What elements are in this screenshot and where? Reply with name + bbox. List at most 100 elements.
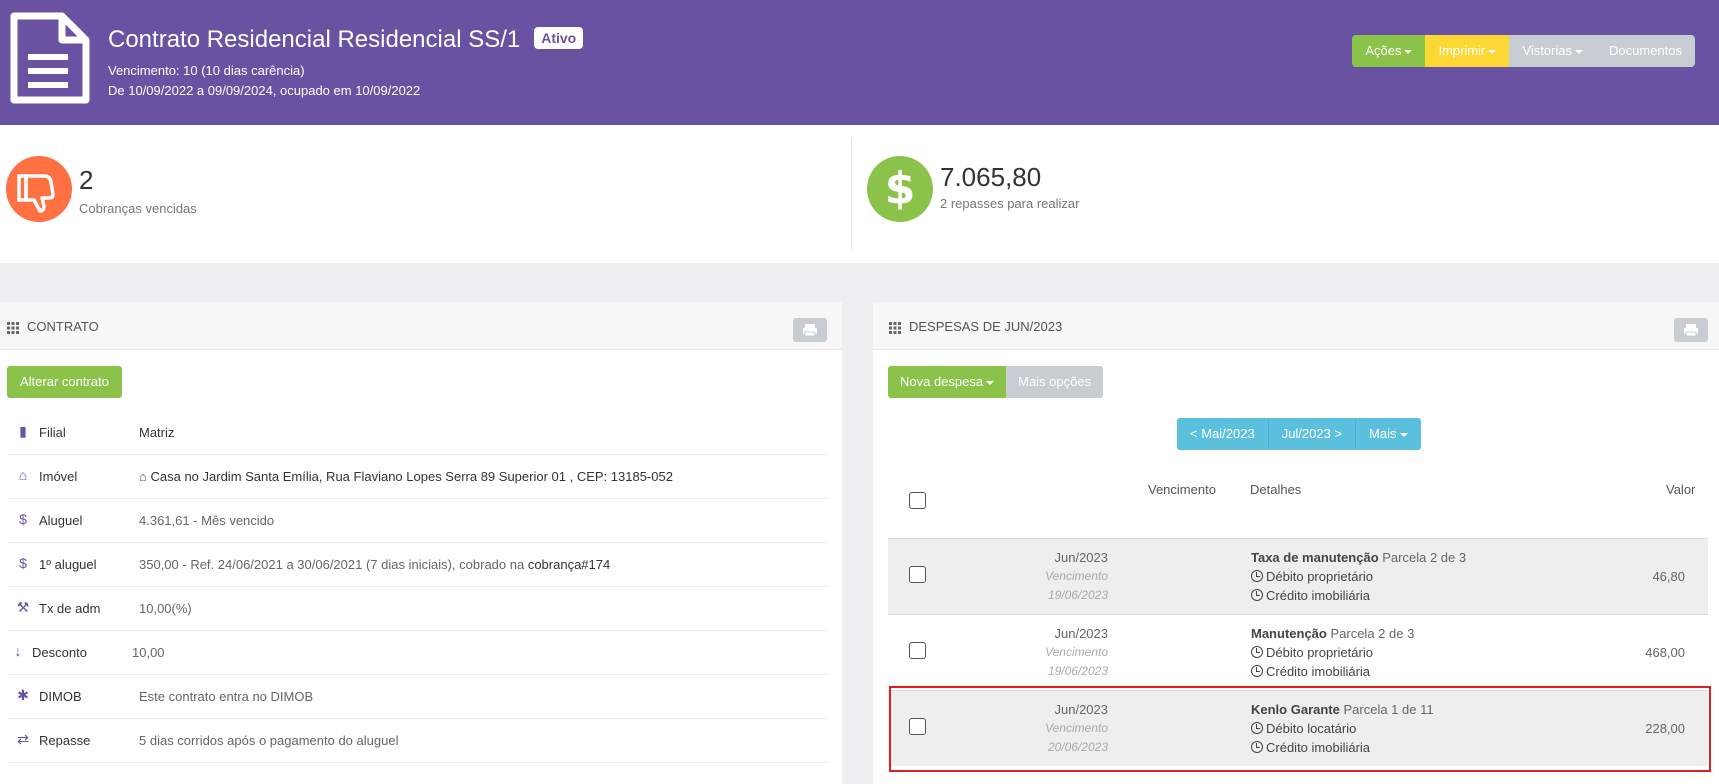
thumbs-down-icon xyxy=(6,156,72,222)
expense-title: Taxa de manutenção xyxy=(1251,550,1379,565)
row-label: Tx de adm xyxy=(39,601,101,616)
new-expense-label: Nova despesa xyxy=(900,374,984,389)
contract-panel-header: CONTRATO xyxy=(0,302,842,350)
table-row: Jun/2023 Vencimento 19/06/2023 Taxa de m… xyxy=(888,538,1708,614)
due-date: 19/06/2023 xyxy=(1047,588,1108,602)
document-icon xyxy=(10,12,90,104)
row-label: Imóvel xyxy=(39,469,78,484)
home-icon: ⌂ xyxy=(18,467,28,483)
row-value: 4.361,61 - Mês vencido xyxy=(139,513,275,528)
info-row-admin-fee: ⚒ Tx de adm 10,00(%) xyxy=(7,587,827,631)
contract-header: Contrato Residencial Residencial SS/1 Ati… xyxy=(0,0,1719,125)
printer-icon xyxy=(1684,324,1698,337)
expense-month: Jun/2023 xyxy=(1054,550,1109,565)
gavel-icon: ⚒ xyxy=(16,599,30,615)
property-link[interactable]: Casa no Jardim Santa Emília, Rua Flavian… xyxy=(150,469,672,484)
next-month-button[interactable]: Jul/2023 > xyxy=(1268,418,1357,450)
info-row-discount: ↓ Desconto 10,00 xyxy=(7,631,827,675)
contract-panel: CONTRATO Alterar contrato ▮ Filial Matri… xyxy=(0,302,842,784)
info-row-property: ⌂ Imóvel ⌂ Casa no Jardim Santa Emília, … xyxy=(7,455,827,499)
documents-button[interactable]: Documentos xyxy=(1596,35,1695,67)
installment: Parcela 2 de 3 xyxy=(1382,550,1467,565)
clock-icon xyxy=(1251,646,1263,658)
inspections-button[interactable]: Vistorias xyxy=(1509,35,1597,67)
more-options-button[interactable]: Mais opções xyxy=(1006,366,1104,398)
month-navigation: < Mai/2023 Jul/2023 > Mais xyxy=(1177,418,1421,450)
column-header-details: Detalhes xyxy=(1250,482,1302,497)
print-button[interactable] xyxy=(793,318,827,342)
row-checkbox[interactable] xyxy=(909,642,926,659)
alter-contract-button[interactable]: Alterar contrato xyxy=(7,366,122,398)
transfers-label: 2 repasses para realizar xyxy=(940,196,1080,211)
expense-title: Manutenção xyxy=(1251,626,1327,641)
row-value: 10,00(%) xyxy=(139,601,192,616)
row-label: Desconto xyxy=(32,645,87,660)
row-value: 5 dias corridos após o pagamento do alug… xyxy=(139,733,399,748)
info-row-rent: $ Aluguel 4.361,61 - Mês vencido xyxy=(7,499,827,543)
row-value: 350,00 - Ref. 24/06/2021 a 30/06/2021 (7… xyxy=(139,557,610,572)
first-rent-value: 350,00 - Ref. 24/06/2021 a 30/06/2021 (7… xyxy=(139,557,528,572)
expense-name[interactable]: Manutenção Parcela 2 de 3 xyxy=(1251,626,1414,641)
installment: Parcela 2 de 3 xyxy=(1330,626,1415,641)
debit-line: Débito proprietário xyxy=(1251,569,1373,584)
expense-value: 468,00 xyxy=(1645,645,1685,660)
more-months-button[interactable]: Mais xyxy=(1356,418,1421,450)
print-button[interactable] xyxy=(1674,318,1708,342)
grid-icon xyxy=(7,322,19,334)
info-row-first-rent: $ 1º aluguel 350,00 - Ref. 24/06/2021 a … xyxy=(7,543,827,587)
chevron-down-icon xyxy=(1404,49,1413,54)
grid-icon xyxy=(889,322,901,334)
expense-name[interactable]: Taxa de manutenção Parcela 2 de 3 xyxy=(1251,550,1466,565)
more-label: Mais xyxy=(1369,426,1397,441)
clock-icon xyxy=(1251,570,1263,582)
row-value: 10,00 xyxy=(132,645,165,660)
clock-icon xyxy=(1251,665,1263,677)
row-value[interactable]: ⌂ Casa no Jardim Santa Emília, Rua Flavi… xyxy=(139,469,673,484)
dollar-icon: $ xyxy=(867,156,933,222)
actions-label: Ações xyxy=(1365,43,1402,58)
charge-link[interactable]: cobrança#174 xyxy=(528,557,610,572)
due-info: Vencimento: 10 (10 dias carência) xyxy=(108,63,305,78)
new-expense-button[interactable]: Nova despesa xyxy=(888,366,1007,398)
debit-line: Débito proprietário xyxy=(1251,645,1373,660)
row-checkbox[interactable] xyxy=(909,566,926,583)
inspections-label: Vistorias xyxy=(1522,43,1573,58)
column-header-due: Vencimento xyxy=(1148,482,1216,497)
due-label: Vencimento xyxy=(1045,645,1108,659)
chevron-down-icon xyxy=(1488,49,1497,54)
credit-text: Crédito imobiliária xyxy=(1266,664,1371,679)
dollar-icon: $ xyxy=(19,555,27,571)
chevron-down-icon xyxy=(1575,49,1584,54)
select-all-checkbox[interactable] xyxy=(909,492,926,509)
contract-panel-title: CONTRATO xyxy=(27,319,99,334)
prev-month-button[interactable]: < Mai/2023 xyxy=(1177,418,1269,450)
table-row: Jun/2023 Vencimento 19/06/2023 Manutençã… xyxy=(888,614,1708,690)
due-date: 19/06/2023 xyxy=(1047,664,1108,678)
credit-text: Crédito imobiliária xyxy=(1266,588,1371,603)
info-row-branch: ▮ Filial Matriz xyxy=(7,411,827,455)
row-value: Este contrato entra no DIMOB xyxy=(139,689,314,704)
status-badge: Ativo xyxy=(534,26,584,49)
branch-value: Matriz xyxy=(139,425,175,440)
chevron-down-icon xyxy=(1399,432,1408,437)
clock-icon xyxy=(1251,589,1263,601)
expense-month: Jun/2023 xyxy=(1054,626,1109,641)
arrow-down-icon: ↓ xyxy=(14,643,22,659)
row-label: DIMOB xyxy=(39,689,82,704)
printer-icon xyxy=(803,324,817,337)
asterisk-icon: ✱ xyxy=(17,687,29,703)
debit-text: Débito proprietário xyxy=(1266,645,1373,660)
building-icon: ▮ xyxy=(19,423,27,439)
home-icon: ⌂ xyxy=(139,469,147,484)
credit-line: Crédito imobiliária xyxy=(1251,588,1370,603)
expenses-panel-title: DESPESAS DE JUN/2023 xyxy=(909,319,1063,334)
actions-button[interactable]: Ações xyxy=(1352,35,1426,67)
expenses-panel-header: DESPESAS DE JUN/2023 xyxy=(873,302,1719,350)
column-header-value: Valor xyxy=(1666,482,1696,497)
row-value: Matriz xyxy=(139,425,174,440)
due-label: Vencimento xyxy=(1045,569,1108,583)
contract-title: Contrato Residencial Residencial SS/1 xyxy=(108,26,521,53)
divider xyxy=(851,139,852,249)
exchange-icon: ⇄ xyxy=(17,731,29,747)
print-menu-button[interactable]: Imprimir xyxy=(1425,35,1510,67)
